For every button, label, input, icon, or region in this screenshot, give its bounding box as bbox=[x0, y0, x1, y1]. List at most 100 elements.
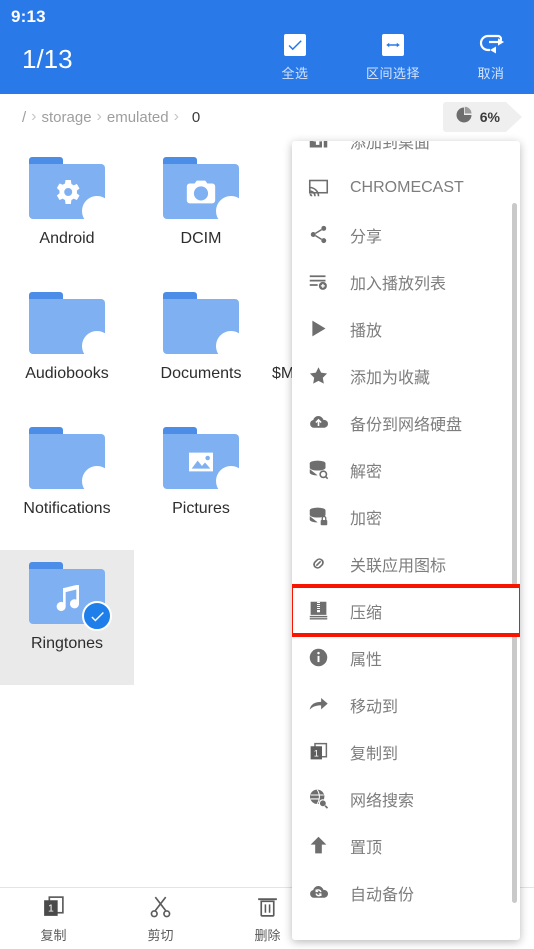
folder-icon bbox=[29, 562, 112, 631]
breadcrumb-item-storage[interactable]: storage bbox=[42, 109, 92, 126]
star-icon bbox=[308, 363, 338, 389]
folder-item-dcim[interactable]: DCIM bbox=[134, 145, 268, 280]
folder-label: Android bbox=[39, 230, 95, 247]
menu-item-label: 压缩 bbox=[350, 604, 383, 622]
undo-arrow-icon bbox=[476, 32, 506, 58]
auto-backup-icon bbox=[308, 880, 338, 906]
chevron-right-icon: › bbox=[173, 108, 179, 125]
app-bar-actions: 全选 区间选择 取消 bbox=[260, 32, 526, 82]
unselected-badge bbox=[216, 331, 246, 361]
unselected-badge bbox=[216, 466, 246, 496]
range-select-label: 区间选择 bbox=[365, 66, 420, 81]
menu-item-web-search[interactable]: 网络搜索 bbox=[292, 775, 520, 822]
unselected-badge bbox=[82, 196, 112, 226]
copy-button[interactable]: 1 复制 bbox=[0, 893, 107, 944]
menu-item-label: 分享 bbox=[350, 228, 383, 246]
arrows-horizontal-icon bbox=[382, 32, 404, 58]
menu-item-auto-backup[interactable]: 自动备份 bbox=[292, 869, 520, 916]
folder-label: Documents bbox=[160, 365, 242, 382]
menu-item-label: 备份到网络硬盘 bbox=[350, 416, 463, 434]
copy-to-icon: 1 bbox=[308, 739, 338, 765]
share-icon bbox=[308, 222, 338, 248]
chevron-right-icon: › bbox=[31, 108, 37, 125]
menu-item-label: 网络搜索 bbox=[350, 792, 415, 810]
delete-label: 删除 bbox=[254, 928, 281, 943]
menu-item-pin-top[interactable]: 置顶 bbox=[292, 822, 520, 869]
folder-item-android[interactable]: Android bbox=[0, 145, 134, 280]
menu-item-copy-to[interactable]: 1 复制到 bbox=[292, 728, 520, 775]
chromecast-icon bbox=[308, 175, 338, 201]
folder-item-documents[interactable]: Documents bbox=[134, 280, 268, 415]
unselected-badge bbox=[82, 331, 112, 361]
folder-label: Ringtones bbox=[30, 635, 104, 652]
menu-item-label: 解密 bbox=[350, 463, 383, 481]
select-all-label: 全选 bbox=[281, 66, 309, 81]
add-to-playlist-icon bbox=[308, 269, 338, 295]
breadcrumb-current[interactable]: 0 bbox=[184, 109, 200, 126]
menu-item-encrypt[interactable]: 加密 bbox=[292, 493, 520, 540]
menu-item-chromecast[interactable]: CHROMECAST bbox=[292, 164, 520, 211]
menu-item-label: 属性 bbox=[350, 651, 383, 669]
cut-label: 剪切 bbox=[147, 928, 174, 943]
pie-chart-icon bbox=[455, 106, 473, 129]
status-bar-time: 9:13 bbox=[11, 7, 46, 26]
menu-item-move-to[interactable]: 移动到 bbox=[292, 681, 520, 728]
cloud-upload-icon bbox=[308, 410, 338, 436]
context-menu-list: 添加到桌面 CHROMECAST 分享 加入播放列表 播放 添加为收藏 备份到网… bbox=[292, 141, 520, 916]
menu-item-backup-to-network-drive[interactable]: 备份到网络硬盘 bbox=[292, 399, 520, 446]
folder-icon bbox=[29, 427, 112, 496]
unselected-badge bbox=[82, 466, 112, 496]
folder-item-notifications[interactable]: Notifications bbox=[0, 415, 134, 550]
pin-top-icon bbox=[308, 833, 338, 859]
folder-label: DCIM bbox=[180, 230, 222, 247]
menu-item-play[interactable]: 播放 bbox=[292, 305, 520, 352]
copy-label: 复制 bbox=[40, 928, 67, 943]
cut-button[interactable]: 剪切 bbox=[107, 893, 214, 944]
storage-percent: 6% bbox=[479, 109, 500, 125]
folder-icon bbox=[163, 292, 246, 361]
storage-usage-badge[interactable]: 6% bbox=[442, 102, 522, 132]
add-to-desktop-icon bbox=[308, 141, 338, 154]
menu-item-label: 关联应用图标 bbox=[350, 557, 447, 575]
selection-count: 1/13 bbox=[22, 44, 73, 74]
menu-item-decrypt[interactable]: 解密 bbox=[292, 446, 520, 493]
compress-icon bbox=[308, 598, 338, 624]
breadcrumb-item-emulated[interactable]: emulated bbox=[107, 109, 169, 126]
encrypt-icon bbox=[308, 504, 338, 530]
info-icon bbox=[308, 645, 338, 671]
move-to-icon bbox=[308, 692, 338, 718]
menu-item-add-to-desktop[interactable]: 添加到桌面 bbox=[292, 141, 520, 164]
folder-item-audiobooks[interactable]: Audiobooks bbox=[0, 280, 134, 415]
select-all-button[interactable]: 全选 bbox=[260, 32, 330, 82]
folder-icon bbox=[163, 427, 246, 496]
menu-scrollbar[interactable] bbox=[512, 203, 517, 903]
chevron-right-icon: › bbox=[96, 108, 102, 125]
svg-text:1: 1 bbox=[314, 748, 319, 758]
badge-tail bbox=[506, 102, 522, 132]
menu-item-label: 添加到桌面 bbox=[350, 141, 431, 152]
breadcrumb-root[interactable]: / bbox=[22, 109, 26, 126]
folder-icon bbox=[29, 157, 112, 226]
folder-label-partial: $M bbox=[272, 365, 295, 382]
menu-item-associate-app-icon[interactable]: 关联应用图标 bbox=[292, 540, 520, 587]
folder-label: Audiobooks bbox=[25, 365, 109, 382]
menu-item-share[interactable]: 分享 bbox=[292, 211, 520, 258]
unselected-badge bbox=[216, 196, 246, 226]
menu-item-add-favorite[interactable]: 添加为收藏 bbox=[292, 352, 520, 399]
range-select-button[interactable]: 区间选择 bbox=[358, 32, 428, 82]
menu-item-label: 复制到 bbox=[350, 745, 399, 763]
menu-item-properties[interactable]: 属性 bbox=[292, 634, 520, 681]
folder-item-pictures[interactable]: Pictures bbox=[134, 415, 268, 550]
cancel-button[interactable]: 取消 bbox=[456, 32, 526, 82]
app-bar: 9:13 1/13 全选 区间选择 取消 bbox=[0, 0, 534, 94]
delete-icon bbox=[255, 893, 280, 919]
selected-check-badge bbox=[82, 601, 112, 631]
folder-label: Notifications bbox=[23, 500, 111, 517]
folder-item-ringtones[interactable]: Ringtones bbox=[0, 550, 134, 685]
menu-item-label: 添加为收藏 bbox=[350, 369, 431, 387]
cancel-label: 取消 bbox=[477, 66, 505, 81]
menu-item-label: 置顶 bbox=[350, 839, 383, 857]
link-icon bbox=[308, 551, 338, 577]
menu-item-add-to-playlist[interactable]: 加入播放列表 bbox=[292, 258, 520, 305]
menu-item-compress[interactable]: 压缩 bbox=[292, 584, 520, 637]
